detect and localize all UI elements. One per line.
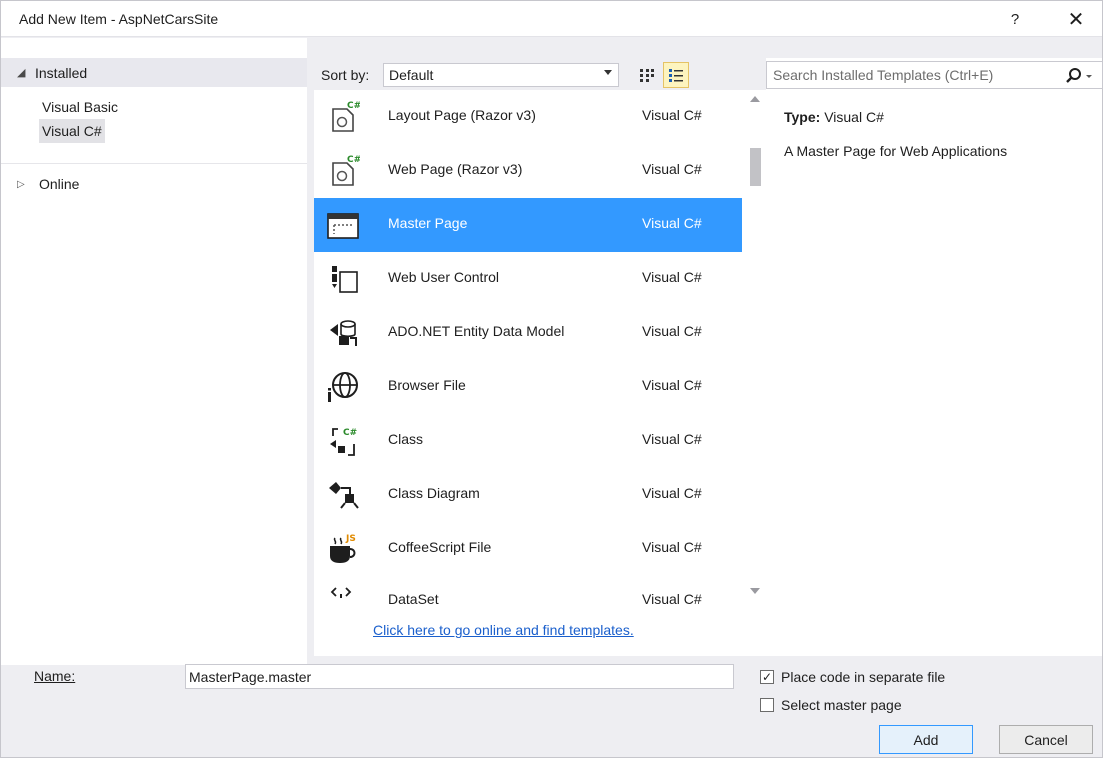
- title-bar: Add New Item - AspNetCarsSite ? ✕: [1, 1, 1102, 37]
- find-templates-online-link[interactable]: Click here to go online and find templat…: [373, 622, 634, 638]
- svg-text:C#: C#: [343, 428, 357, 438]
- collapsed-triangle-icon[interactable]: ▷: [17, 179, 31, 190]
- sort-by-select[interactable]: Default: [383, 63, 619, 87]
- template-name: CoffeeScript File: [388, 539, 492, 555]
- dialog-title: Add New Item - AspNetCarsSite: [19, 11, 219, 27]
- search-input[interactable]: [773, 66, 1053, 84]
- search-icon[interactable]: [1063, 66, 1095, 86]
- sort-toolbar: Sort by: Default: [313, 58, 758, 90]
- template-language: Visual C#: [642, 485, 702, 501]
- coffee-cup-icon: JS: [330, 534, 356, 563]
- add-new-item-dialog: Add New Item - AspNetCarsSite ? ✕ ◢ Inst…: [0, 0, 1103, 758]
- template-name: ADO.NET Entity Data Model: [388, 323, 565, 339]
- details-view-button[interactable]: [663, 62, 689, 88]
- scroll-thumb[interactable]: [750, 148, 761, 186]
- search-box[interactable]: [766, 61, 1103, 89]
- template-type: Type: Visual C#: [784, 109, 884, 125]
- scroll-down-arrow-icon[interactable]: [750, 588, 760, 594]
- add-button[interactable]: Add: [879, 725, 973, 754]
- template-row-browser-file[interactable]: Browser File Visual C#: [314, 360, 742, 414]
- select-master-page-checkbox[interactable]: Select master page: [760, 697, 902, 713]
- template-row-coffeescript-file[interactable]: JS CoffeeScript File Visual C#: [314, 522, 742, 576]
- globe-icon: [328, 372, 358, 402]
- class-diagram-icon: [329, 482, 359, 509]
- dropdown-arrow-icon: [604, 70, 612, 75]
- template-language: Visual C#: [642, 161, 702, 177]
- template-name: DataSet: [388, 591, 439, 607]
- template-row-class-diagram[interactable]: Class Diagram Visual C#: [314, 468, 742, 522]
- razor-page-icon: C#: [332, 101, 360, 132]
- template-language: Visual C#: [642, 377, 702, 393]
- cancel-button-label: Cancel: [1024, 731, 1068, 748]
- tree-node-visual-csharp[interactable]: Visual C#: [39, 119, 105, 143]
- template-details-panel: Type: Visual C# A Master Page for Web Ap…: [766, 58, 1103, 656]
- add-button-label: Add: [913, 731, 939, 748]
- close-button[interactable]: ✕: [1059, 5, 1093, 33]
- template-row-layout-page[interactable]: C# Layout Page (Razor v3) Visual C#: [314, 90, 742, 144]
- svg-text:C#: C#: [347, 101, 360, 111]
- template-row-ado-net-entity-data-model[interactable]: ADO.NET Entity Data Model Visual C#: [314, 306, 742, 360]
- template-name: Browser File: [388, 377, 466, 393]
- place-code-checkbox[interactable]: ✓ Place code in separate file: [760, 669, 945, 685]
- svg-text:JS: JS: [345, 534, 356, 544]
- user-control-icon: [332, 266, 358, 293]
- template-row-master-page[interactable]: Master Page Visual C#: [314, 198, 742, 252]
- sort-by-label: Sort by:: [321, 67, 370, 83]
- name-field[interactable]: [185, 664, 734, 689]
- expanded-triangle-icon[interactable]: ◢: [17, 66, 31, 79]
- template-row-web-user-control[interactable]: Web User Control Visual C#: [314, 252, 742, 306]
- template-description: A Master Page for Web Applications: [784, 143, 1008, 159]
- checkbox-checked-icon[interactable]: ✓: [760, 670, 774, 684]
- checkbox-unchecked-icon[interactable]: [760, 698, 774, 712]
- category-tree: ◢ Installed Visual Basic Visual C# ▷ Onl…: [1, 38, 307, 665]
- template-name: Web Page (Razor v3): [388, 161, 523, 177]
- tree-node-visual-basic[interactable]: Visual Basic: [39, 95, 121, 119]
- entity-model-icon: [330, 320, 357, 346]
- place-code-label[interactable]: Place code in separate file: [781, 669, 945, 685]
- name-label: Name:: [34, 668, 76, 684]
- sort-by-value: Default: [389, 67, 434, 83]
- list-view-icon: [669, 69, 683, 82]
- template-language: Visual C#: [642, 539, 702, 555]
- template-name: Class: [388, 431, 424, 447]
- template-language: Visual C#: [642, 107, 702, 123]
- razor-page-icon: C#: [332, 155, 360, 186]
- template-language: Visual C#: [642, 431, 702, 447]
- tree-node-installed[interactable]: ◢ Installed: [1, 58, 307, 87]
- template-name: Master Page: [388, 215, 468, 231]
- tree-node-online[interactable]: ▷ Online: [1, 170, 79, 198]
- template-language: Visual C#: [642, 591, 702, 607]
- template-row-web-page[interactable]: C# Web Page (Razor v3) Visual C#: [314, 144, 742, 198]
- template-name: Web User Control: [388, 269, 500, 285]
- svg-text:C#: C#: [347, 155, 360, 165]
- template-language: Visual C#: [642, 323, 702, 339]
- template-language: Visual C#: [642, 269, 702, 285]
- class-icon: C#: [330, 428, 357, 456]
- grid-view-icon: [640, 69, 654, 82]
- type-value: Visual C#: [824, 109, 884, 125]
- help-button[interactable]: ?: [998, 5, 1032, 33]
- template-name: Layout Page (Razor v3): [388, 107, 536, 123]
- dataset-icon: [330, 587, 352, 598]
- template-list-scrollbar[interactable]: [745, 90, 766, 602]
- tree-node-installed-label: Installed: [35, 64, 88, 81]
- type-label: Type:: [784, 109, 821, 125]
- cancel-button[interactable]: Cancel: [999, 725, 1093, 754]
- installed-children: Visual Basic Visual C#: [1, 87, 307, 164]
- template-language: Visual C#: [642, 215, 702, 231]
- scroll-up-arrow-icon[interactable]: [750, 96, 760, 102]
- template-row-dataset[interactable]: DataSet Visual C#: [314, 574, 742, 628]
- tree-node-online-label: Online: [39, 176, 80, 192]
- template-list: C# Layout Page (Razor v3) Visual C# C# W…: [314, 90, 766, 656]
- template-row-class[interactable]: C# Class Visual C#: [314, 414, 742, 468]
- select-master-page-label[interactable]: Select master page: [781, 697, 902, 713]
- template-name: Class Diagram: [388, 485, 480, 501]
- master-page-icon: [327, 213, 359, 239]
- small-icons-view-button[interactable]: [634, 62, 660, 88]
